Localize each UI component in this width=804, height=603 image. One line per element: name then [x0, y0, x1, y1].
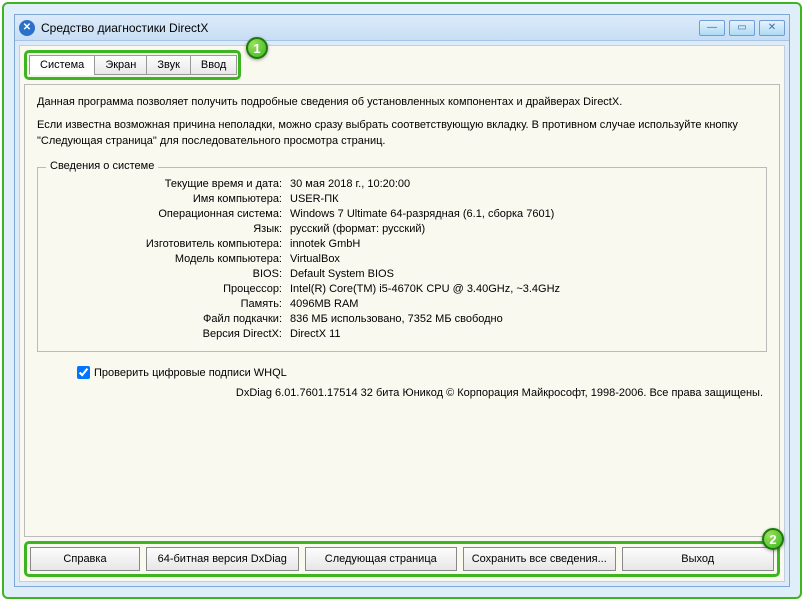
- os-label: Операционная система:: [50, 208, 290, 220]
- cpu-value: Intel(R) Core(TM) i5-4670K CPU @ 3.40GHz…: [290, 283, 754, 295]
- button-bar: Справка 64-битная версия DxDiag Следующа…: [24, 541, 780, 577]
- annotation-marker-2: 2: [762, 528, 784, 550]
- tab-strip: Система Экран Звук Ввод: [24, 50, 241, 80]
- app-icon: [19, 20, 35, 36]
- annotation-marker-1: 1: [246, 37, 268, 59]
- pagefile-label: Файл подкачки:: [50, 313, 290, 325]
- save-all-button[interactable]: Сохранить все сведения...: [463, 547, 616, 571]
- dx-label: Версия DirectX:: [50, 328, 290, 340]
- computer-value: USER-ПК: [290, 193, 754, 205]
- datetime-value: 30 мая 2018 г., 10:20:00: [290, 178, 754, 190]
- model-label: Модель компьютера:: [50, 253, 290, 265]
- bios-value: Default System BIOS: [290, 268, 754, 280]
- memory-label: Память:: [50, 298, 290, 310]
- lang-value: русский (формат: русский): [290, 223, 754, 235]
- os-value: Windows 7 Ultimate 64-разрядная (6.1, сб…: [290, 208, 754, 220]
- groupbox-legend: Сведения о системе: [46, 160, 158, 172]
- dxdiag-version-footer: DxDiag 6.01.7601.17514 32 бита Юникод © …: [37, 387, 767, 399]
- whql-checkbox[interactable]: [77, 366, 90, 379]
- pagefile-value: 836 МБ использовано, 7352 МБ свободно: [290, 313, 754, 325]
- next-page-button[interactable]: Следующая страница: [305, 547, 458, 571]
- minimize-button[interactable]: —: [699, 20, 725, 36]
- memory-value: 4096MB RAM: [290, 298, 754, 310]
- dx-value: DirectX 11: [290, 328, 754, 340]
- tab-sound[interactable]: Звук: [146, 55, 191, 75]
- intro-line-1: Данная программа позволяет получить подр…: [37, 95, 767, 110]
- manufacturer-value: innotek GmbH: [290, 238, 754, 250]
- exit-button[interactable]: Выход: [622, 547, 775, 571]
- system-info-groupbox: Сведения о системе Текущие время и дата:…: [37, 167, 767, 352]
- bios-label: BIOS:: [50, 268, 290, 280]
- tab-input[interactable]: Ввод: [190, 55, 237, 75]
- manufacturer-label: Изготовитель компьютера:: [50, 238, 290, 250]
- datetime-label: Текущие время и дата:: [50, 178, 290, 190]
- titlebar: Средство диагностики DirectX — ▭ ✕: [15, 15, 789, 41]
- 64bit-button[interactable]: 64-битная версия DxDiag: [146, 547, 299, 571]
- whql-checkbox-label: Проверить цифровые подписи WHQL: [94, 367, 287, 379]
- tab-display[interactable]: Экран: [94, 55, 147, 75]
- cpu-label: Процессор:: [50, 283, 290, 295]
- maximize-button[interactable]: ▭: [729, 20, 755, 36]
- model-value: VirtualBox: [290, 253, 754, 265]
- close-button[interactable]: ✕: [759, 20, 785, 36]
- whql-checkbox-row[interactable]: Проверить цифровые подписи WHQL: [77, 366, 767, 379]
- help-button[interactable]: Справка: [30, 547, 140, 571]
- computer-label: Имя компьютера:: [50, 193, 290, 205]
- window-title: Средство диагностики DirectX: [41, 21, 699, 35]
- intro-line-2: Если известна возможная причина неполадк…: [37, 118, 767, 149]
- tab-system[interactable]: Система: [29, 55, 95, 75]
- lang-label: Язык:: [50, 223, 290, 235]
- dxdiag-window: Средство диагностики DirectX — ▭ ✕ Систе…: [14, 14, 790, 587]
- system-panel: Данная программа позволяет получить подр…: [24, 84, 780, 537]
